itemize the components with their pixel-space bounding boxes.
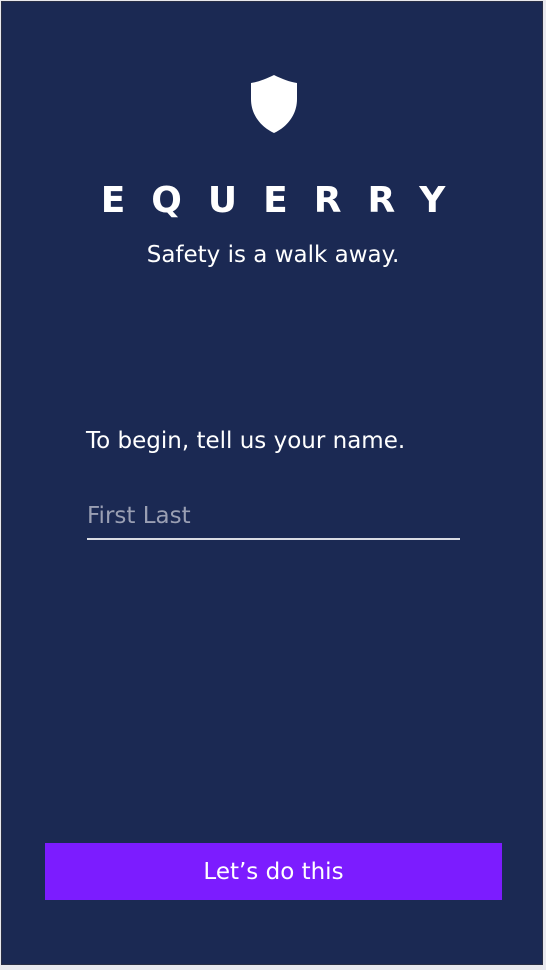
brand-wordmark: EQUERRY — [100, 180, 472, 221]
onboarding-screen: EQUERRY Safety is a walk away. To begin,… — [1, 1, 543, 965]
tagline: Safety is a walk away. — [146, 242, 400, 268]
name-input[interactable] — [87, 494, 460, 540]
lets-do-this-button[interactable]: Let’s do this — [45, 843, 502, 900]
shield-icon — [251, 75, 297, 133]
name-prompt: To begin, tell us your name. — [86, 428, 406, 454]
